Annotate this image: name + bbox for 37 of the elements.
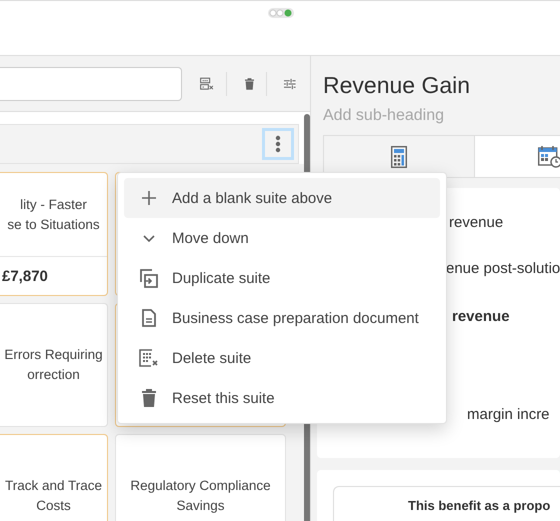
- menu-item[interactable]: Delete suite: [124, 338, 440, 378]
- suite-tile[interactable]: lity - Faster se to Situations £7,870: [0, 172, 108, 296]
- menu-item[interactable]: Add a blank suite above: [124, 178, 440, 218]
- menu-item[interactable]: Move down: [124, 218, 440, 258]
- menu-item[interactable]: Reset this suite: [124, 378, 440, 418]
- trash-icon: [142, 389, 156, 407]
- field-label: revenue: [452, 308, 510, 325]
- tile-value: £7,870: [0, 256, 107, 295]
- grid-delete-icon: [139, 349, 159, 367]
- chevron-down-icon: [143, 234, 155, 242]
- calendar-clock-icon: [538, 146, 560, 168]
- more-button[interactable]: [262, 128, 294, 160]
- menu-item-label: Delete suite: [172, 350, 252, 366]
- tile-title: lity - Faster se to Situations: [6, 196, 101, 234]
- field-label: revenue: [449, 214, 504, 231]
- search-field[interactable]: [0, 66, 182, 100]
- more-icon: [275, 135, 281, 153]
- document-icon: [142, 309, 156, 327]
- plus-icon: [142, 191, 156, 205]
- subheading-field[interactable]: Add sub-heading: [323, 107, 560, 125]
- menu-item-label: Reset this suite: [172, 390, 275, 406]
- menu-item[interactable]: Duplicate suite: [124, 258, 440, 298]
- field-label: enue post-solutio: [446, 260, 560, 277]
- field-label: margin incre: [467, 406, 550, 423]
- menu-item-label: Add a blank suite above: [172, 190, 332, 206]
- calculator-icon: [391, 146, 407, 168]
- menu-item-label: Duplicate suite: [172, 270, 270, 286]
- benefit-heading: This benefit as a propo: [408, 498, 550, 513]
- menu-item-label: Business case preparation document: [172, 310, 419, 326]
- panel-title: Revenue Gain: [323, 72, 472, 99]
- suite-tile[interactable]: Errors Requiring orrection: [0, 303, 108, 427]
- duplicate-icon: [140, 268, 158, 288]
- menu-item-label: Move down: [172, 230, 249, 246]
- menu-item[interactable]: Business case preparation document: [124, 298, 440, 338]
- window-controls-icon[interactable]: [268, 8, 294, 18]
- suite-tile[interactable]: Track and Trace Costs: [0, 434, 108, 521]
- suite-tile[interactable]: Regulatory Compliance Savings: [115, 434, 286, 521]
